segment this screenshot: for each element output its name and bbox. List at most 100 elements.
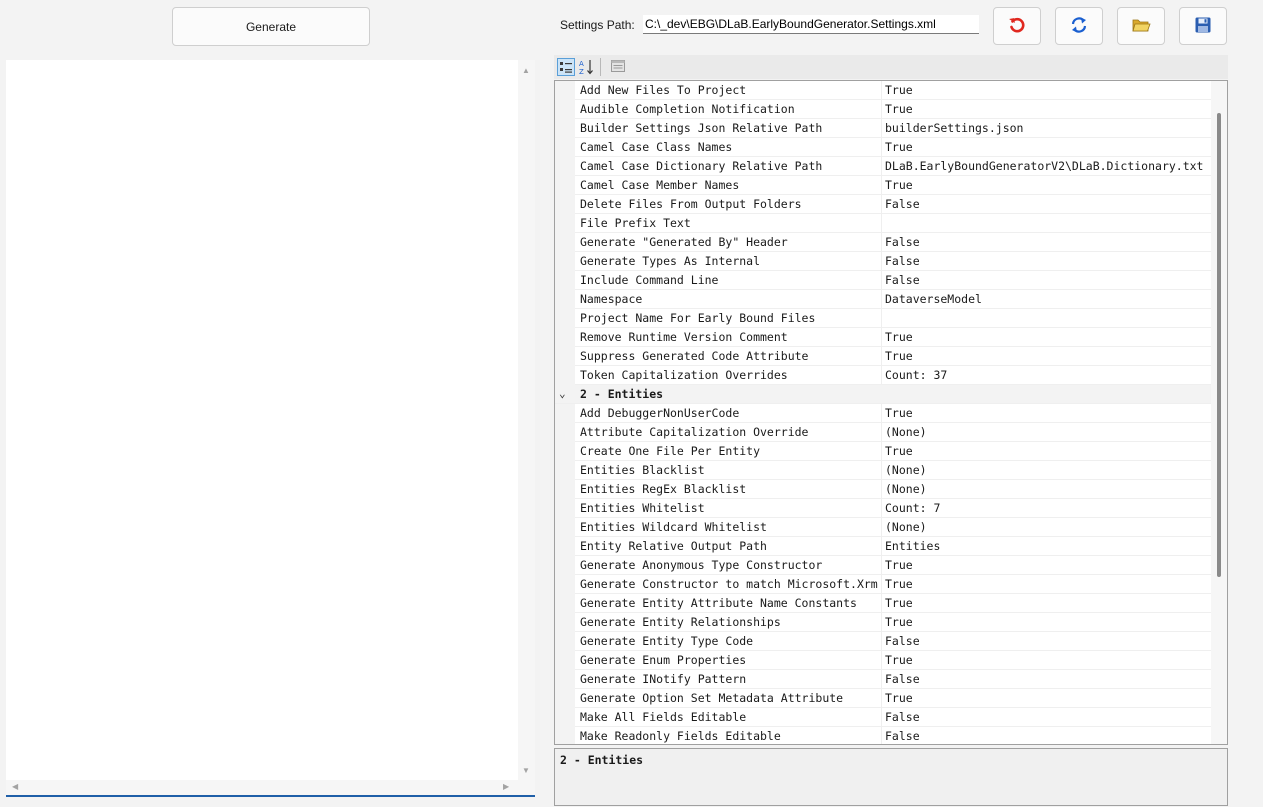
column-divider bbox=[881, 214, 882, 233]
scroll-up-arrow-icon[interactable]: ▲ bbox=[522, 66, 530, 76]
property-value[interactable]: DLaB.EarlyBoundGeneratorV2\DLaB.Dictiona… bbox=[885, 159, 1211, 173]
property-value[interactable]: False bbox=[885, 254, 1211, 268]
property-row[interactable]: Entities Whitelist Count: 7 bbox=[555, 499, 1211, 518]
property-row[interactable]: Make All Fields Editable False bbox=[555, 708, 1211, 727]
property-row[interactable]: Include Command Line False bbox=[555, 271, 1211, 290]
property-row[interactable]: File Prefix Text bbox=[555, 214, 1211, 233]
property-value[interactable]: False bbox=[885, 235, 1211, 249]
property-value[interactable]: True bbox=[885, 330, 1211, 344]
property-value[interactable]: True bbox=[885, 83, 1211, 97]
property-value[interactable]: Count: 37 bbox=[885, 368, 1211, 382]
column-divider bbox=[881, 252, 882, 271]
alphabetical-view-button[interactable]: A Z bbox=[578, 58, 596, 76]
property-value[interactable]: False bbox=[885, 672, 1211, 686]
property-value[interactable]: True bbox=[885, 349, 1211, 363]
row-margin bbox=[555, 119, 575, 138]
property-row[interactable]: Entities RegEx Blacklist (None) bbox=[555, 480, 1211, 499]
property-row[interactable]: Camel Case Dictionary Relative Path DLaB.… bbox=[555, 157, 1211, 176]
settings-path-input[interactable] bbox=[643, 15, 979, 34]
property-row[interactable]: Attribute Capitalization Override (None) bbox=[555, 423, 1211, 442]
scroll-right-arrow-icon[interactable]: ▶ bbox=[503, 782, 509, 792]
property-value[interactable]: (None) bbox=[885, 482, 1211, 496]
column-divider bbox=[881, 613, 882, 632]
property-row[interactable]: Generate "Generated By" Header False bbox=[555, 233, 1211, 252]
property-row[interactable]: Suppress Generated Code Attribute True bbox=[555, 347, 1211, 366]
property-row[interactable]: Generate INotify Pattern False bbox=[555, 670, 1211, 689]
category-row[interactable]: ⌄ 2 - Entities bbox=[555, 385, 1211, 404]
property-value[interactable]: (None) bbox=[885, 463, 1211, 477]
sort-alphabetical-icon: A Z bbox=[578, 60, 596, 79]
scroll-left-arrow-icon[interactable]: ◀ bbox=[12, 782, 18, 792]
column-divider bbox=[881, 670, 882, 689]
output-text-area[interactable] bbox=[6, 60, 518, 780]
property-row[interactable]: Entity Relative Output Path Entities bbox=[555, 537, 1211, 556]
property-value[interactable]: False bbox=[885, 634, 1211, 648]
property-value[interactable]: False bbox=[885, 273, 1211, 287]
property-value[interactable]: True bbox=[885, 596, 1211, 610]
property-value[interactable]: Count: 7 bbox=[885, 501, 1211, 515]
row-margin bbox=[555, 689, 575, 708]
open-folder-button[interactable] bbox=[1117, 7, 1165, 45]
property-value[interactable]: False bbox=[885, 729, 1211, 743]
column-divider bbox=[881, 556, 882, 575]
property-row[interactable]: Token Capitalization Overrides Count: 37 bbox=[555, 366, 1211, 385]
property-row[interactable]: Generate Entity Attribute Name Constants… bbox=[555, 594, 1211, 613]
property-row[interactable]: Generate Option Set Metadata Attribute Tr… bbox=[555, 689, 1211, 708]
property-value[interactable]: (None) bbox=[885, 425, 1211, 439]
property-row[interactable]: Generate Anonymous Type Constructor True bbox=[555, 556, 1211, 575]
property-value[interactable]: (None) bbox=[885, 520, 1211, 534]
property-row[interactable]: Delete Files From Output Folders False bbox=[555, 195, 1211, 214]
property-grid-scrollbar[interactable] bbox=[1211, 81, 1227, 744]
property-value[interactable]: False bbox=[885, 710, 1211, 724]
save-button[interactable] bbox=[1179, 7, 1227, 45]
property-value[interactable]: True bbox=[885, 406, 1211, 420]
property-pages-button[interactable] bbox=[610, 58, 628, 76]
property-value[interactable]: DataverseModel bbox=[885, 292, 1211, 306]
property-value[interactable]: True bbox=[885, 577, 1211, 591]
property-value[interactable]: True bbox=[885, 102, 1211, 116]
property-row[interactable]: Remove Runtime Version Comment True bbox=[555, 328, 1211, 347]
property-value[interactable]: builderSettings.json bbox=[885, 121, 1211, 135]
property-row[interactable]: Entities Wildcard Whitelist (None) bbox=[555, 518, 1211, 537]
property-row[interactable]: Project Name For Early Bound Files bbox=[555, 309, 1211, 328]
property-value[interactable]: True bbox=[885, 140, 1211, 154]
output-horizontal-scrollbar[interactable]: ◀ ▶ bbox=[6, 780, 518, 795]
property-row[interactable]: Entities Blacklist (None) bbox=[555, 461, 1211, 480]
property-value[interactable]: True bbox=[885, 615, 1211, 629]
output-vertical-scrollbar[interactable]: ▲ ▼ bbox=[518, 60, 535, 780]
property-value[interactable]: True bbox=[885, 558, 1211, 572]
property-row[interactable]: Add New Files To Project True bbox=[555, 81, 1211, 100]
categorized-view-button[interactable] bbox=[557, 58, 575, 76]
property-name: Namespace bbox=[580, 292, 643, 306]
property-row[interactable]: Generate Entity Type Code False bbox=[555, 632, 1211, 651]
chevron-down-icon[interactable]: ⌄ bbox=[559, 387, 566, 400]
property-row[interactable]: Audible Completion Notification True bbox=[555, 100, 1211, 119]
property-name: Generate Anonymous Type Constructor bbox=[580, 558, 823, 572]
property-row[interactable]: Builder Settings Json Relative Path build… bbox=[555, 119, 1211, 138]
undo-button[interactable] bbox=[993, 7, 1041, 45]
property-value[interactable]: True bbox=[885, 444, 1211, 458]
property-row[interactable]: Create One File Per Entity True bbox=[555, 442, 1211, 461]
property-row[interactable]: Add DebuggerNonUserCode True bbox=[555, 404, 1211, 423]
property-grid[interactable]: Add New Files To Project True Audible Comp… bbox=[554, 80, 1228, 745]
property-name: Attribute Capitalization Override bbox=[580, 425, 809, 439]
property-row[interactable]: Make Readonly Fields Editable False bbox=[555, 727, 1211, 744]
property-row[interactable]: Camel Case Member Names True bbox=[555, 176, 1211, 195]
folder-open-icon bbox=[1131, 16, 1151, 37]
generate-button[interactable]: Generate bbox=[172, 7, 370, 46]
property-row[interactable]: Camel Case Class Names True bbox=[555, 138, 1211, 157]
property-value[interactable]: False bbox=[885, 197, 1211, 211]
property-row[interactable]: Namespace DataverseModel bbox=[555, 290, 1211, 309]
property-value[interactable]: True bbox=[885, 691, 1211, 705]
refresh-button[interactable] bbox=[1055, 7, 1103, 45]
property-value[interactable]: True bbox=[885, 653, 1211, 667]
property-row[interactable]: Generate Entity Relationships True bbox=[555, 613, 1211, 632]
property-row[interactable]: Generate Enum Properties True bbox=[555, 651, 1211, 670]
property-row[interactable]: Generate Constructor to match Microsoft.… bbox=[555, 575, 1211, 594]
property-value[interactable]: Entities bbox=[885, 539, 1211, 553]
scroll-down-arrow-icon[interactable]: ▼ bbox=[522, 766, 530, 776]
scrollbar-thumb[interactable] bbox=[1217, 113, 1221, 577]
property-row[interactable]: Generate Types As Internal False bbox=[555, 252, 1211, 271]
row-margin bbox=[555, 309, 575, 328]
property-value[interactable]: True bbox=[885, 178, 1211, 192]
